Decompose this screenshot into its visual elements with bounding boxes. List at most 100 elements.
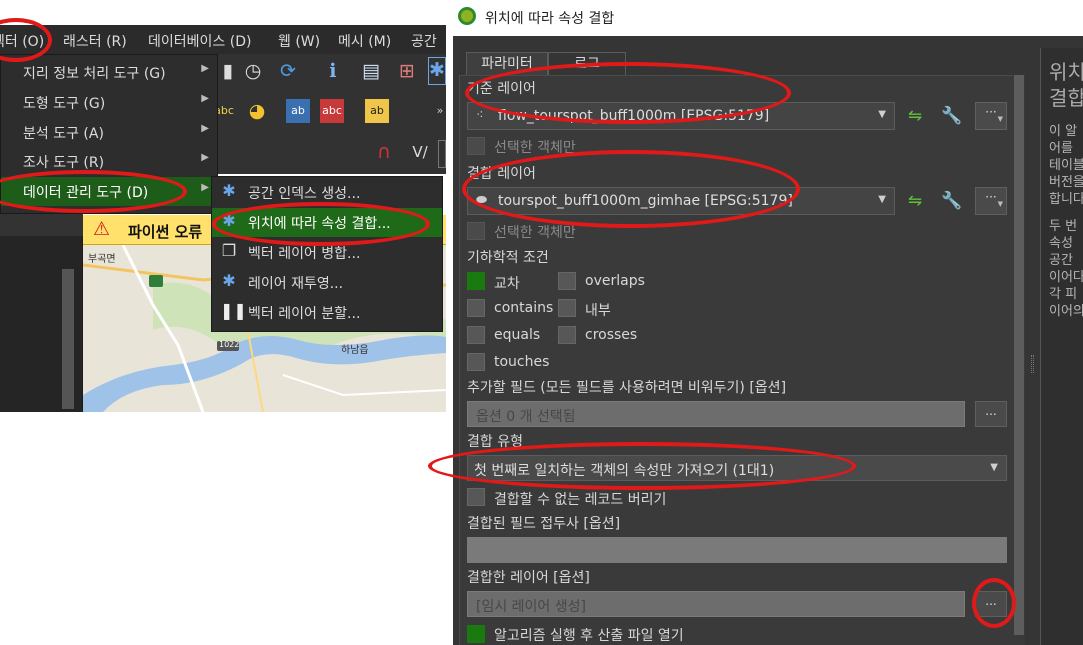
predicate-crosses-checkbox[interactable] [558, 326, 576, 344]
join-layer-value: tourspot_buff1000m_gimhae [EPSG:5179] [498, 193, 793, 209]
parameters-scrollbar[interactable] [1013, 75, 1025, 645]
base-layer-combo[interactable]: ⁖ flow_tourspot_buff1000m [EPSG:5179] ▼ [467, 102, 895, 130]
submenu-item-join-by-location[interactable]: ✱ 위치에 따라 속성 결합... [212, 208, 442, 237]
gear-icon: ✱ [222, 271, 236, 290]
join-layer-combo[interactable]: ⬬ tourspot_buff1000m_gimhae [EPSG:5179] … [467, 187, 895, 215]
help-title-line: 위치 [1049, 60, 1083, 84]
fields-to-add-value: 옵션 0 개 선택됨 [476, 409, 576, 425]
wrench-icon[interactable]: 🔧 [940, 104, 964, 128]
predicate-equals-checkbox[interactable] [467, 326, 485, 344]
menu-item-research[interactable]: 조사 도구 (R) ▶ [1, 147, 217, 176]
join-selected-only-checkbox[interactable] [467, 222, 485, 240]
discard-records-label: 결합할 수 없는 레코드 버리기 [494, 492, 667, 508]
predicate-contains-label: contains [494, 300, 554, 316]
scrollbar-thumb[interactable] [1014, 75, 1024, 635]
field-calculator-icon[interactable]: ⊞ [395, 59, 419, 83]
help-title-line: 결합 [1049, 86, 1083, 110]
identify-icon[interactable]: ℹ [321, 59, 345, 83]
menu-item-label: 데이터 관리 도구 (D) [23, 185, 149, 201]
qgis-logo-icon [458, 7, 476, 25]
merge-layers-icon: ❐ [221, 241, 237, 260]
label-pin-icon[interactable]: ab [286, 99, 310, 123]
base-layer-label: 기준 레이어 [467, 81, 536, 97]
diagram-icon[interactable]: ◕ [245, 99, 269, 123]
qgis-main-window: ▮ ◷ ⟳ ℹ ▤ ⊞ ✱ abc ◕ ab abc ab » ∩ V/ 벡터 … [0, 0, 446, 412]
join-selected-only-label: 선택한 객체만 [494, 225, 576, 241]
submenu-item-merge-layers[interactable]: ❐ 벡터 레이어 병합... [212, 238, 442, 267]
field-prefix-label: 결합된 필드 접두사 [옵션] [467, 516, 621, 532]
base-selected-only-label: 선택한 객체만 [494, 140, 576, 156]
point-layer-icon: ⁖ [476, 108, 484, 123]
chevron-more-icon[interactable]: » [428, 99, 446, 123]
toolbar-box-icon [438, 140, 446, 168]
output-layer-label: 결합한 레이어 [옵션] [467, 570, 590, 586]
menu-vector[interactable]: 벡터 (O) [0, 31, 44, 51]
join-layer-more-button[interactable]: ··· ▼ [975, 187, 1007, 215]
layers-panel [0, 214, 83, 412]
output-layer-more-button[interactable]: ... [975, 591, 1007, 617]
tab-parameters[interactable]: 파라미터 [466, 52, 548, 76]
chevron-down-icon: ▼ [990, 462, 998, 473]
tab-log[interactable]: 로그 [548, 52, 626, 76]
fields-to-add-button[interactable]: ... [975, 401, 1007, 427]
menu-web[interactable]: 웹 (W) [278, 31, 320, 51]
menubar: 벡터 (O) 래스터 (R) 데이터베이스 (D) 웹 (W) 메시 (M) 공… [0, 25, 446, 54]
submenu-item-split-layer[interactable]: ❚❚ 벡터 레이어 분할... [212, 298, 442, 327]
warning-icon: ⚠ [93, 218, 111, 240]
join-type-combo[interactable]: 첫 번째로 일치하는 객체의 속성만 가져오기 (1대1) ▼ [467, 455, 1007, 481]
chevron-down-icon: ▼ [997, 200, 1003, 208]
menu-mesh[interactable]: 메시 (M) [338, 31, 391, 51]
clock-icon[interactable]: ◷ [241, 59, 265, 83]
submenu-arrow-icon: ▶ [201, 93, 209, 104]
base-selected-only-checkbox[interactable] [467, 137, 485, 155]
submenu-item-create-spatial-index[interactable]: ✱ 공간 인덱스 생성... [212, 178, 442, 207]
panel-splitter-handle[interactable] [1031, 355, 1034, 373]
menu-item-geoprocessing[interactable]: 지리 정보 처리 도구 (G) ▶ [1, 58, 217, 87]
layers-panel-scrollbar[interactable] [62, 269, 74, 409]
label-highlight-icon[interactable]: abc [320, 99, 344, 123]
menu-raster[interactable]: 래스터 (R) [63, 31, 127, 51]
field-prefix-input[interactable] [467, 537, 1007, 563]
discard-records-checkbox[interactable] [467, 488, 485, 506]
attribute-table-icon[interactable]: ▤ [359, 59, 383, 83]
menu-item-label: 분석 도구 (A) [23, 126, 104, 142]
menu-item-geometry[interactable]: 도형 도구 (G) ▶ [1, 88, 217, 117]
help-text-line: 이어의 [1049, 304, 1083, 319]
wrench-icon[interactable]: 🔧 [940, 189, 964, 213]
submenu-arrow-icon: ▶ [201, 123, 209, 134]
menu-database[interactable]: 데이터베이스 (D) [148, 31, 251, 51]
vertex-tool-icon[interactable]: V/ [408, 140, 432, 164]
menu-processing[interactable]: 공간 [411, 31, 437, 51]
gear-toolbar-icon[interactable]: ✱ [428, 57, 446, 85]
menu-item-label: 도형 도구 (G) [23, 96, 106, 112]
predicate-intersects-checkbox[interactable] [467, 272, 485, 290]
chevron-down-icon: ▼ [997, 115, 1003, 123]
label-rotate-icon[interactable]: ab [365, 99, 389, 123]
predicate-intersects-label: 교차 [494, 276, 520, 292]
toolbar-edge-icon[interactable]: ▮ [216, 59, 240, 83]
python-error-text: 파이썬 오류 [128, 223, 203, 241]
open-output-label: 알고리즘 실행 후 산출 파일 열기 [494, 628, 684, 644]
submenu-item-label: 벡터 레이어 병합... [248, 246, 361, 262]
predicate-contains-checkbox[interactable] [467, 299, 485, 317]
iterate-icon[interactable]: ⇋ [903, 189, 927, 213]
refresh-icon[interactable]: ⟳ [276, 59, 300, 83]
open-output-checkbox[interactable] [467, 625, 485, 643]
predicate-overlaps-checkbox[interactable] [558, 272, 576, 290]
output-layer-input[interactable]: [임시 레이어 생성] [467, 591, 965, 617]
predicate-within-checkbox[interactable] [558, 299, 576, 317]
data-management-submenu: ✱ 공간 인덱스 생성... ✱ 위치에 따라 속성 결합... ❐ 벡터 레이… [211, 176, 443, 332]
predicate-equals-label: equals [494, 327, 541, 343]
geometric-predicate-label: 기하학적 조건 [467, 250, 549, 266]
submenu-item-reproject-layer[interactable]: ✱ 레이어 재투영... [212, 268, 442, 297]
predicate-touches-checkbox[interactable] [467, 353, 485, 371]
vector-menu: 지리 정보 처리 도구 (G) ▶ 도형 도구 (G) ▶ 분석 도구 (A) … [0, 54, 218, 214]
fields-to-add-input[interactable]: 옵션 0 개 선택됨 [467, 401, 965, 427]
menu-item-analysis[interactable]: 분석 도구 (A) ▶ [1, 118, 217, 147]
magnet-icon[interactable]: ∩ [372, 140, 396, 164]
iterate-icon[interactable]: ⇋ [903, 104, 927, 128]
base-layer-more-button[interactable]: ··· ▼ [975, 102, 1007, 130]
map-label-bugok: 부곡면 [88, 254, 116, 265]
menu-item-data-management[interactable]: 데이터 관리 도구 (D) ▶ [1, 177, 217, 206]
submenu-item-label: 레이어 재투영... [248, 276, 344, 292]
